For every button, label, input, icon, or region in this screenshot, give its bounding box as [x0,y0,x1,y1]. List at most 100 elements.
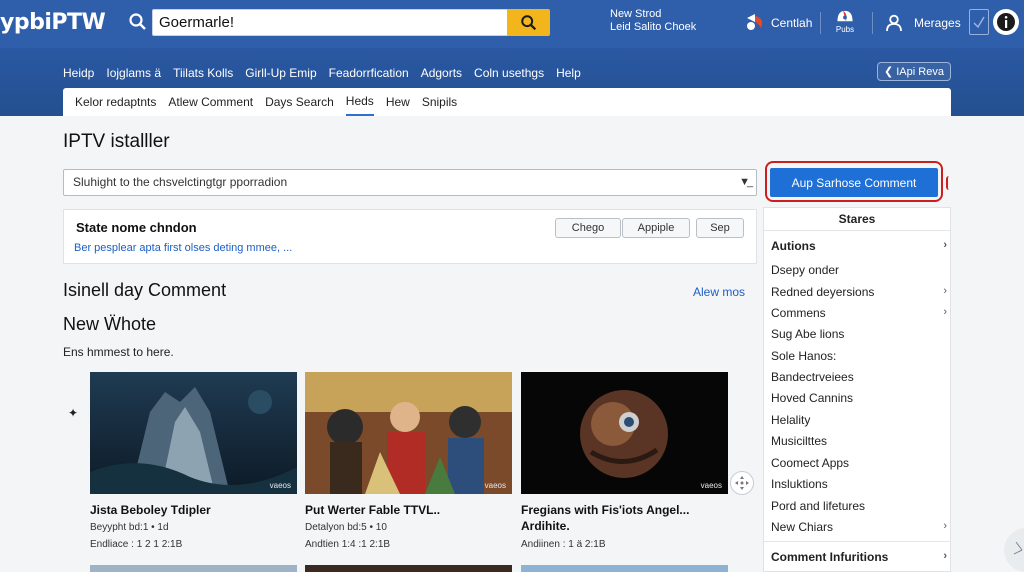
state-card-title: State nome chndon [76,220,197,235]
video-tag: vaeos [484,481,506,490]
account-button[interactable]: Merages [884,10,961,36]
sidebar-divider [764,541,950,542]
video-meta: Andiinen : 1 ä 2:1B [521,539,606,550]
nav-item[interactable]: Coln usethgs [474,66,544,80]
pubs-button[interactable]: Pubs [834,8,856,34]
video-title[interactable]: Put Werter Fable TTVL.. [305,502,440,518]
highlight-mark [946,176,952,190]
sidebar-item[interactable]: Coomect Apps [771,456,947,470]
video-thumbnail[interactable]: vaeos [90,372,297,494]
subnav-item[interactable]: Atlew Comment [168,89,253,115]
sidebar-item[interactable]: New Chiars › [771,520,947,534]
centlah-label: Centlah [771,16,813,30]
filter-select[interactable]: Sluhight to the chsvelctingtgr pporradio… [63,169,757,196]
chego-button[interactable]: Chego [555,218,621,238]
share-icon [747,14,763,30]
checkbox-icon[interactable] [969,9,989,35]
header-note-line1: New Strod [610,8,662,20]
video-thumbnail-peek [90,565,297,572]
sidebar-item-label: Hoved Cannins [771,391,854,405]
sidebar-item-label: Coomect Apps [771,456,850,470]
video-meta: Andtien 1:4 :1 2:1B [305,539,391,550]
subnav-item[interactable]: Kelor redaptnts [75,89,156,115]
centlah-button[interactable]: Centlah [743,10,812,36]
video-thumbnail[interactable]: vaeos [521,372,728,494]
sidebar-item[interactable]: Musicilttes [771,434,947,448]
sidebar-item[interactable]: Helality [771,413,947,427]
sidebar-item[interactable]: Sug Abe lions [771,327,947,341]
nav-item[interactable]: Help [556,66,581,80]
sidebar-item-label: Musicilttes [771,434,828,448]
sidebar-group-autions[interactable]: Autions › [771,239,947,253]
sidebar-item-label: Bandectrveiees [771,370,854,384]
header-note[interactable]: New Strod Leid Salito Choek [610,8,696,34]
camera-icon [837,10,853,22]
subnav-item[interactable]: Snipils [422,89,457,115]
nav-item[interactable]: Adgorts [421,66,462,80]
version-button-label: IApi Reva [896,65,944,78]
view-more-link[interactable]: Alew mos [693,285,745,299]
main-nav: Heidp Iojglams ä Tiilats Kolls Girll-Up … [63,66,593,80]
chevron-right-icon: › [943,239,947,251]
video-meta: Detalyon bd:5 • 10 [305,522,387,533]
header-note-line2: Leid Salito Choek [610,21,697,33]
video-thumbnail-peek [521,565,728,572]
nav-item[interactable]: Tiilats Kolls [173,66,233,80]
sidebar-item[interactable]: Commens › [771,306,947,320]
search-icon[interactable] [128,12,148,32]
sidebar-item[interactable]: Hoved Cannins [771,391,947,405]
sidebar-item[interactable]: Redned deyersions › [771,285,947,299]
sidebar-item-label: Insluktions [771,477,828,491]
apple-button[interactable]: Appiple [622,218,690,238]
search-button[interactable] [507,9,550,36]
info-button[interactable] [993,9,1019,35]
sidebar-item-label: Pord and lifetures [771,499,866,513]
nav-item[interactable]: Iojglams ä [106,66,161,80]
sidebar-item[interactable]: Bandectrveiees [771,370,947,384]
corner-decoration-icon [1004,528,1024,572]
sidebar-group-label: Autions [771,239,816,253]
carousel-move-button[interactable] [730,471,754,495]
sub-nav: Kelor redaptnts Atlew Comment Days Searc… [63,88,951,116]
subnav-item-active[interactable]: Heds [345,88,374,116]
sep-button[interactable]: Sep [696,218,744,238]
section-subheading: New Ẅhote [63,314,157,334]
chevron-right-icon: › [943,285,947,297]
sidebar-footer-item[interactable]: Comment Infuritions › [771,550,947,564]
sidebar-item[interactable]: Insluktions [771,477,947,491]
filter-select-value: Sluhight to the chsvelctingtgr pporradio… [73,175,288,189]
header-divider [872,12,873,34]
chevron-right-icon: › [943,306,947,318]
app-logo[interactable]: ypbiPTW [0,10,106,35]
nav-item[interactable]: Heidp [63,66,94,80]
page-title: IPTV istalller [63,131,170,152]
user-icon [886,14,902,32]
state-card: State nome chndon Ber pesplear apta firs… [63,209,757,264]
video-title[interactable]: Jista Beboley Tdipler [90,502,211,518]
search-input[interactable]: Goermarle! [152,9,508,36]
state-card-link[interactable]: Ber pesplear apta first olses deting mme… [74,242,292,254]
version-button[interactable]: ❮ IApi Reva [877,62,951,81]
sidebar-item-label: Commens [771,306,826,320]
sidebar-item[interactable]: Sole Hanos: [771,349,947,363]
caret-down-icon: ▼̲ [739,176,750,188]
video-tag: vaeos [269,481,291,490]
sparkle-icon: ✦ [68,406,79,420]
video-title[interactable]: Fregians with Fis'iots Angel... Ardihite… [521,502,721,534]
video-image [521,372,728,494]
sidebar-footer-label: Comment Infuritions [771,550,889,564]
sidebar-item[interactable]: Pord and lifetures [771,499,947,513]
sidebar-item[interactable]: Dsepy onder [771,263,947,277]
primary-action-button[interactable]: Aup Sarhose Comment [770,168,938,197]
video-thumbnail[interactable]: vaeos [305,372,512,494]
nav-item[interactable]: Girll-Up Emip [245,66,316,80]
video-meta: Beyypht bd:1 • 1d [90,522,169,533]
info-icon [997,13,1015,31]
subnav-item[interactable]: Hew [386,89,410,115]
pubs-label: Pubs [835,25,855,34]
nav-item[interactable]: Feadorrfication [329,66,409,80]
sidebar-panel: Stares Autions › Dsepy onder Redned deye… [763,207,951,572]
sidebar-item-label: Sole Hanos: [771,349,837,363]
video-thumbnail-peek [305,565,512,572]
subnav-item[interactable]: Days Search [265,89,334,115]
